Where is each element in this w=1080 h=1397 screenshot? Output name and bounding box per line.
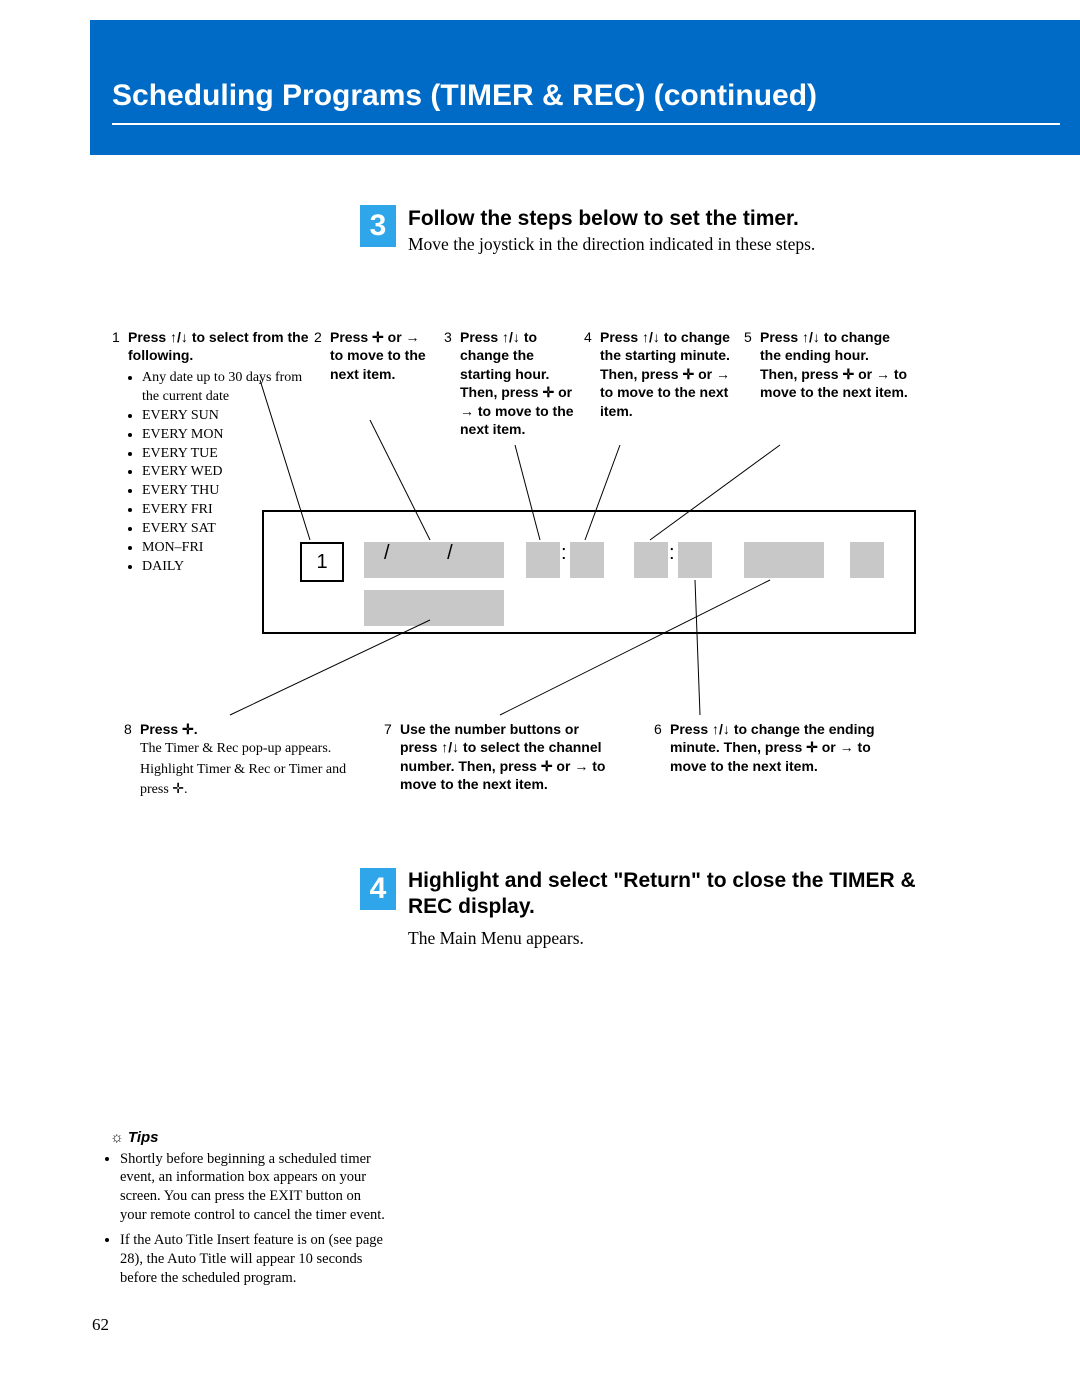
tips-section: ☼ Tips Shortly before beginning a schedu… <box>110 1128 390 1293</box>
timer-rec-field <box>850 542 884 578</box>
list-item: EVERY WED <box>142 463 313 482</box>
list-item: Any date up to 30 days from the current … <box>142 369 313 407</box>
callout-5: 5 Press ↑/↓ to change the ending hour. T… <box>760 328 910 402</box>
callout-6-num: 6 <box>654 720 662 738</box>
callout-8: 8 Press ✛. The Timer & Rec pop-up appear… <box>140 720 360 800</box>
date-slashes: / / <box>384 542 479 565</box>
callout-2-num: 2 <box>314 328 322 346</box>
callout-2: 2 Press ✛ or → to move to the next item. <box>330 328 430 383</box>
tips-list: Shortly before beginning a scheduled tim… <box>110 1150 390 1288</box>
tips-heading: ☼ Tips <box>110 1128 390 1148</box>
list-item: If the Auto Title Insert feature is on (… <box>120 1231 390 1288</box>
step-3-subtitle: Move the joystick in the direction indic… <box>408 234 815 255</box>
callout-8-body1: The Timer & Rec pop-up appears. <box>140 741 331 756</box>
callout-4: 4 Press ↑/↓ to change the starting minut… <box>600 328 730 420</box>
end-hour-field <box>634 542 668 578</box>
timer-display: 1 / / : : <box>262 510 916 634</box>
callout-6-bold: Press ↑/↓ to change the ending minute. T… <box>670 721 875 774</box>
step-3-number: 3 <box>360 205 396 247</box>
start-minute-field <box>570 542 604 578</box>
colon-2: : <box>669 542 675 565</box>
lower-field <box>364 590 504 626</box>
lightbulb-icon: ☼ <box>110 1129 128 1146</box>
callout-7: 7 Use the number buttons or press ↑/↓ to… <box>400 720 620 794</box>
callout-3: 3 Press ↑/↓ to change the starting hour.… <box>460 328 580 439</box>
list-item: Shortly before beginning a scheduled tim… <box>120 1150 390 1225</box>
list-item: EVERY SUN <box>142 407 313 426</box>
step-4-subtitle: The Main Menu appears. <box>408 928 584 949</box>
callout-5-num: 5 <box>744 328 752 346</box>
list-item: EVERY MON <box>142 426 313 445</box>
list-item: EVERY THU <box>142 482 313 501</box>
callout-1-num: 1 <box>112 328 120 346</box>
callout-8-bold: Press ✛. <box>140 721 198 737</box>
callout-2-bold: Press ✛ or → to move to the next item. <box>330 329 426 382</box>
start-hour-field <box>526 542 560 578</box>
step-4-title: Highlight and select "Return" to close t… <box>408 868 948 921</box>
header-rule <box>112 123 1060 125</box>
index-field: 1 <box>300 542 344 582</box>
list-item: EVERY TUE <box>142 445 313 464</box>
step-4-number: 4 <box>360 868 396 910</box>
page-number: 62 <box>92 1315 109 1335</box>
callout-8-num: 8 <box>124 720 132 738</box>
page-title: Scheduling Programs (TIMER & REC) (conti… <box>112 79 817 113</box>
callout-8-body2: Highlight Timer & Rec or Timer and press… <box>140 762 346 797</box>
manual-page: Scheduling Programs (TIMER & REC) (conti… <box>0 0 1080 1397</box>
callout-7-num: 7 <box>384 720 392 738</box>
callout-7-bold: Use the number buttons or press ↑/↓ to s… <box>400 721 605 792</box>
callout-4-bold: Press ↑/↓ to change the starting minute.… <box>600 329 730 419</box>
callout-3-bold: Press ↑/↓ to change the starting hour. T… <box>460 329 574 437</box>
channel-field <box>744 542 824 578</box>
callout-4-num: 4 <box>584 328 592 346</box>
tips-heading-text: Tips <box>128 1129 159 1146</box>
callout-3-num: 3 <box>444 328 452 346</box>
page-header: Scheduling Programs (TIMER & REC) (conti… <box>90 20 1080 155</box>
callout-6: 6 Press ↑/↓ to change the ending minute.… <box>670 720 890 775</box>
callout-5-bold: Press ↑/↓ to change the ending hour. The… <box>760 329 908 400</box>
step-3-title: Follow the steps below to set the timer. <box>408 207 799 231</box>
callout-1-bold: Press ↑/↓ to select from the following. <box>128 329 309 363</box>
end-minute-field <box>678 542 712 578</box>
colon-1: : <box>561 542 567 565</box>
